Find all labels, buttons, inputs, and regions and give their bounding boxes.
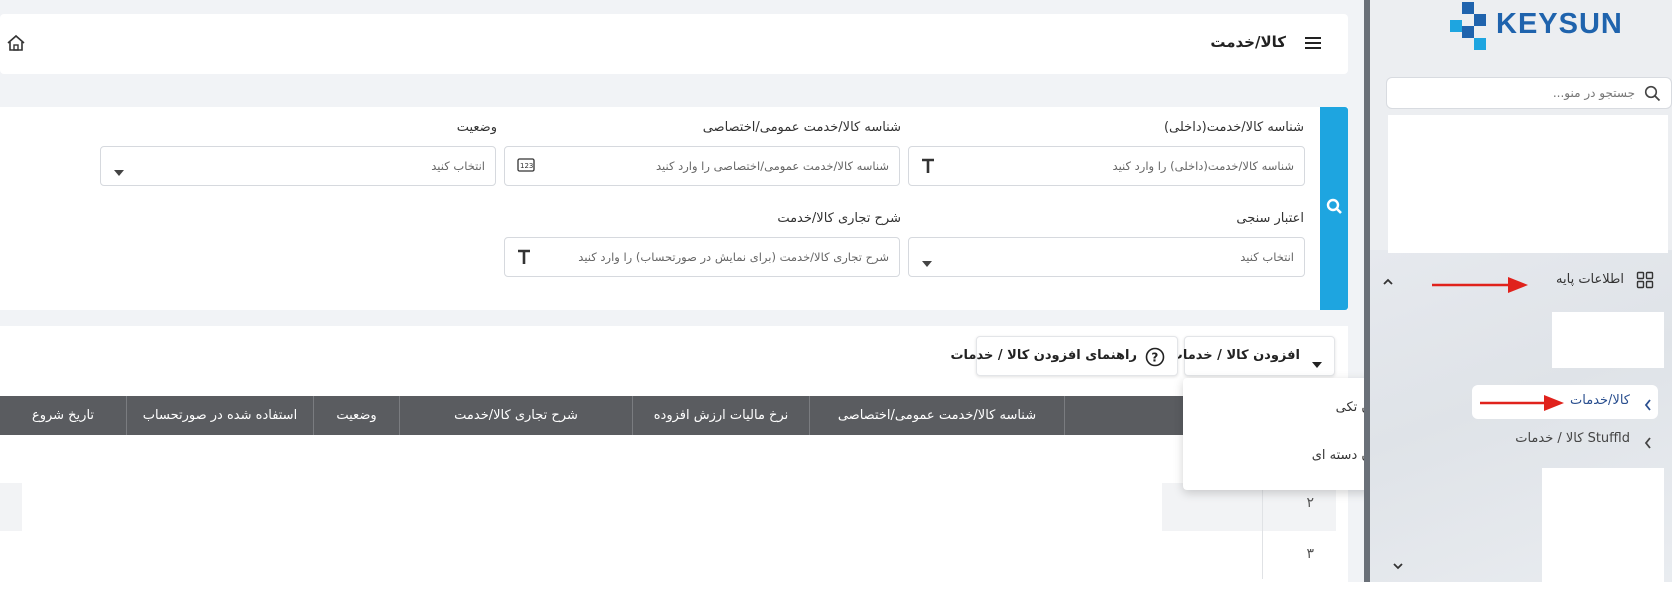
home-icon[interactable] (6, 34, 26, 56)
row-index: ۳ (1262, 531, 1336, 579)
sidebar-search[interactable] (1386, 77, 1672, 109)
chevron-down-icon[interactable] (1392, 556, 1404, 575)
annotation-arrow-icon (1480, 395, 1564, 411)
grid-icon (1636, 271, 1654, 293)
internal-id-placeholder: شناسه کالا/خدمت(داخلی) را وارد کنید (1112, 159, 1294, 173)
help-icon: ? (1145, 347, 1165, 371)
add-goods-label: افزودن کالا / خدمات (1169, 348, 1300, 363)
add-goods-button[interactable]: افزودن کالا / خدمات (1170, 336, 1335, 376)
filter-label-commercial-desc: شرح تجاری کالا/خدمت (777, 211, 901, 226)
page-header: کالا/خدمت (0, 14, 1348, 74)
commercial-desc-placeholder: شرح تجاری کالا/خدمت (برای نمایش در صورتح… (578, 250, 889, 264)
search-submit-button[interactable] (1320, 107, 1348, 310)
filter-label-validation: اعتبار سنجی (1236, 211, 1304, 226)
col-status[interactable]: وضعیت (313, 396, 399, 435)
annotation-arrow-icon (1432, 277, 1528, 293)
add-goods-help-label: راهنمای افزودن کالا / خدمات (950, 348, 1137, 363)
validation-select[interactable]: انتخاب کنید (908, 237, 1305, 277)
sidebar-item-goods-label: کالا/خدمات (1570, 393, 1630, 408)
col-vat-rate[interactable]: نرخ مالیات ارزش افزوده (632, 396, 809, 435)
filter-panel (0, 107, 1348, 310)
chevron-right-icon (1644, 434, 1652, 453)
internal-id-input[interactable]: شناسه کالا/خدمت(داخلی) را وارد کنید (908, 146, 1305, 186)
number-icon: 123 (517, 157, 535, 177)
text-icon (921, 158, 935, 178)
app-root: کالا/خدمت شناسه کالا/خدمت(داخلی) شناسه ک… (0, 0, 1672, 599)
sidebar-item-stuffid[interactable]: Stuffld کالا / خدمات (1472, 423, 1658, 457)
sidebar-blank-panel-top (1388, 115, 1668, 253)
public-id-input[interactable]: شناسه کالا/خدمت عمومی/اختصاصی را وارد کن… (504, 146, 900, 186)
keysun-logo: KEYSUN (1450, 2, 1622, 54)
status-placeholder: انتخاب کنید (431, 159, 485, 173)
filter-label-internal-id: شناسه کالا/خدمت(داخلی) (1163, 120, 1304, 135)
sidebar-blank-panel-bottom (1542, 468, 1664, 582)
hamburger-menu-icon[interactable] (1304, 35, 1322, 55)
sidebar-blank-panel-mid (1552, 312, 1664, 368)
text-icon (517, 249, 531, 269)
sidebar-item-stuffid-label: Stuffld کالا / خدمات (1515, 431, 1630, 446)
table-header: کالا/خدمت(داخلی) شناسه کالا/خدمت عمومی/ا… (0, 396, 1336, 435)
filter-label-public-id: شناسه کالا/خدمت عمومی/اختصاصی (702, 120, 901, 135)
col-used-in-invoice[interactable]: استفاده شده در صورتحساب (126, 396, 313, 435)
public-id-placeholder: شناسه کالا/خدمت عمومی/اختصاصی را وارد کن… (656, 159, 889, 173)
chevron-up-icon[interactable] (1382, 272, 1394, 291)
col-start-date[interactable]: تاریخ شروع (0, 396, 126, 435)
status-select[interactable]: انتخاب کنید (100, 146, 496, 186)
chevron-right-icon (1644, 396, 1652, 415)
svg-text:123: 123 (520, 162, 533, 170)
row-index: ۲ (1262, 483, 1336, 531)
search-icon (1326, 197, 1342, 221)
col-public-id[interactable]: شناسه کالا/خدمت عمومی/اختصاصی (809, 396, 1064, 435)
sidebar-search-input[interactable] (1395, 78, 1635, 108)
svg-text:?: ? (1151, 351, 1158, 365)
search-icon (1644, 85, 1661, 106)
add-goods-help-button[interactable]: ? راهنمای افزودن کالا / خدمات (950, 336, 1178, 376)
validation-placeholder: انتخاب کنید (1240, 250, 1294, 264)
filter-label-status: وضعیت (456, 120, 497, 135)
brand-name: KEYSUN (1496, 8, 1623, 40)
caret-down-icon (1312, 354, 1322, 373)
table-body-overlay (22, 435, 1162, 582)
col-commercial-desc[interactable]: شرح تجاری کالا/خدمت (399, 396, 632, 435)
chevron-down-icon (113, 162, 125, 181)
commercial-desc-input[interactable]: شرح تجاری کالا/خدمت (برای نمایش در صورتح… (504, 237, 900, 277)
page-title: کالا/خدمت (1210, 33, 1286, 51)
sidebar-section-label: اطلاعات پایه (1556, 272, 1624, 287)
chevron-down-icon (921, 253, 933, 272)
